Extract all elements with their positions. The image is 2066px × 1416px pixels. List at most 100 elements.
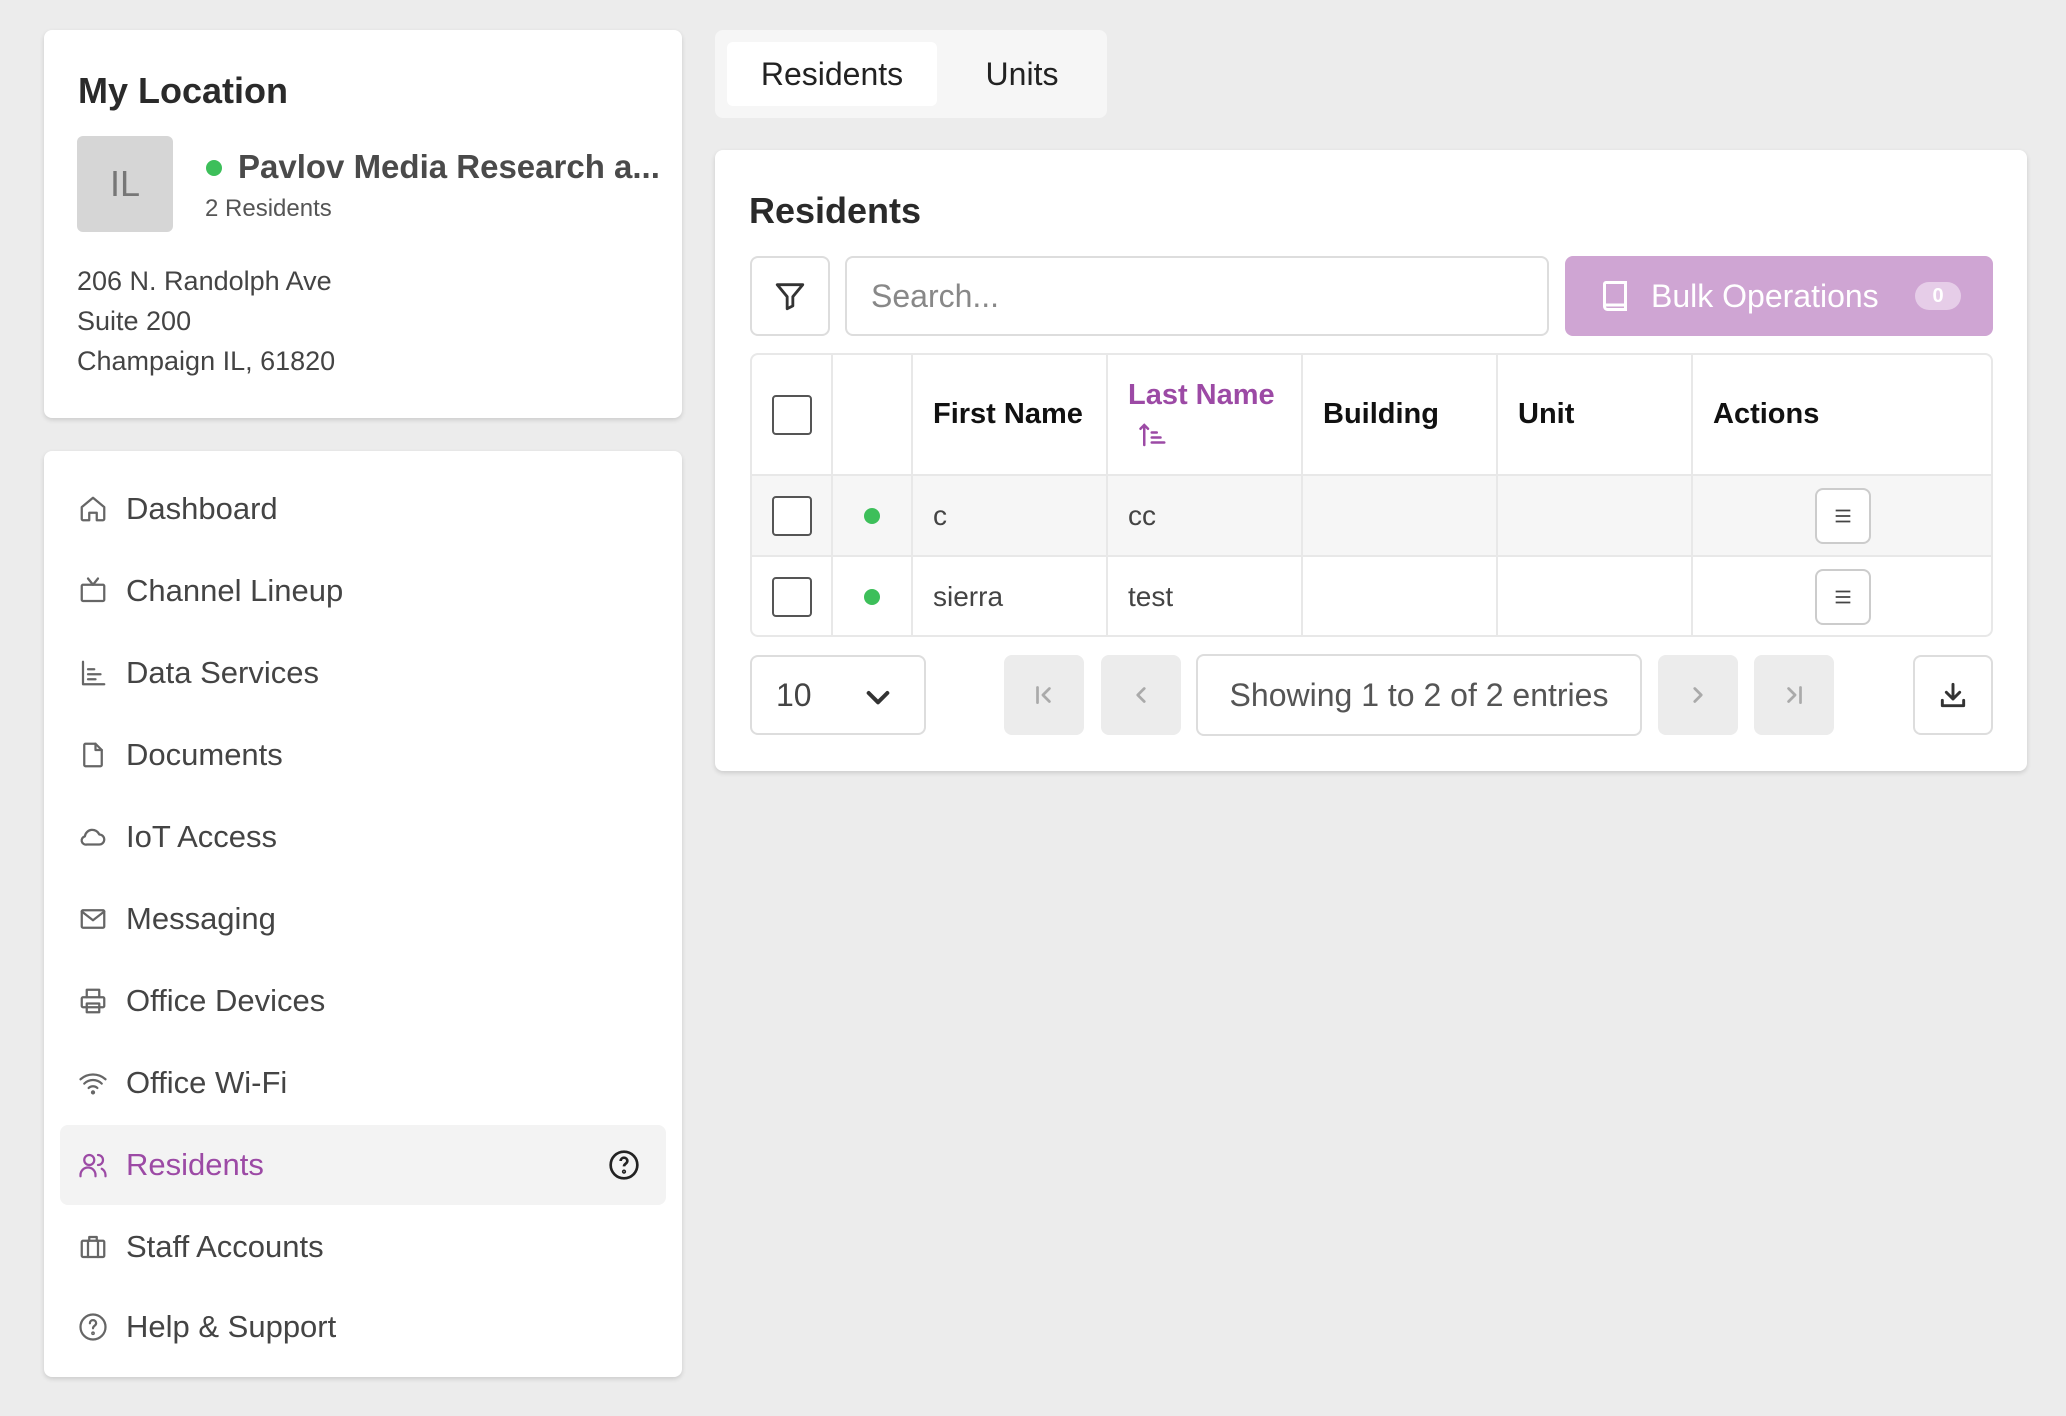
row-checkbox[interactable]	[772, 577, 812, 617]
home-icon	[78, 494, 108, 524]
location-avatar: IL	[77, 136, 173, 232]
sidebar-item-label: Dashboard	[126, 491, 278, 526]
tab-units[interactable]: Units	[947, 42, 1097, 106]
sidebar-item-label: Office Devices	[126, 983, 326, 1018]
status-dot	[864, 507, 880, 524]
table-row[interactable]: sierra test	[752, 557, 1991, 635]
row-select-cell	[752, 476, 833, 555]
first-name-cell: c	[913, 476, 1108, 555]
sidebar-nav: Dashboard Channel Lineup Data Services D…	[44, 451, 682, 1377]
row-status-cell	[833, 476, 913, 555]
row-actions-button[interactable]	[1815, 487, 1871, 544]
users-icon	[78, 1150, 108, 1180]
bar-chart-icon	[78, 658, 108, 688]
residents-title: Residents	[749, 190, 922, 231]
sidebar-item-iot-access[interactable]: IoT Access	[60, 797, 666, 877]
column-header-first-name[interactable]: First Name	[913, 355, 1108, 474]
location-resident-count: 2 Residents	[205, 195, 332, 222]
location-status-dot	[206, 160, 222, 176]
residents-table: First Name Last Name Building Unit Actio…	[750, 353, 1993, 637]
sidebar-item-office-wifi[interactable]: Office Wi-Fi	[60, 1043, 666, 1123]
sidebar-item-help-support[interactable]: Help & Support	[60, 1287, 666, 1367]
last-page-button[interactable]	[1754, 655, 1834, 735]
sort-ascending-icon	[1138, 420, 1301, 455]
chevron-right-icon	[1693, 687, 1703, 703]
select-all-cell	[752, 355, 833, 474]
chevron-down-icon	[862, 681, 894, 713]
cloud-icon	[78, 822, 108, 852]
sidebar-item-label: Documents	[126, 737, 283, 772]
last-name-cell: cc	[1108, 476, 1303, 555]
column-header-actions: Actions	[1713, 398, 1820, 430]
first-page-icon	[1036, 686, 1051, 704]
residents-card: Residents Bulk Operations 0 First Name L…	[715, 150, 2027, 771]
address-line-2: Suite 200	[77, 306, 192, 336]
menu-icon	[1835, 509, 1851, 522]
sidebar-item-label: Channel Lineup	[126, 573, 344, 608]
sidebar-item-office-devices[interactable]: Office Devices	[60, 961, 666, 1041]
sidebar-item-label: Office Wi-Fi	[126, 1065, 288, 1100]
sidebar-item-messaging[interactable]: Messaging	[60, 879, 666, 959]
last-page-icon	[1787, 686, 1802, 704]
row-checkbox[interactable]	[772, 495, 812, 536]
file-icon	[78, 740, 108, 770]
filter-icon	[775, 283, 805, 311]
status-dot	[864, 589, 880, 605]
table-row[interactable]: c cc	[752, 476, 1991, 557]
unit-cell	[1498, 557, 1693, 635]
select-all-checkbox[interactable]	[772, 394, 812, 435]
column-header-building[interactable]: Building	[1303, 355, 1498, 474]
first-page-button[interactable]	[1004, 655, 1084, 735]
tab-residents[interactable]: Residents	[727, 42, 937, 106]
previous-page-button[interactable]	[1101, 655, 1181, 735]
sidebar-item-label: Data Services	[126, 655, 319, 690]
chevron-left-icon	[1136, 687, 1146, 703]
tv-icon	[78, 576, 108, 606]
search-input[interactable]	[845, 256, 1549, 336]
row-select-cell	[752, 557, 833, 635]
sidebar-item-dashboard[interactable]: Dashboard	[60, 469, 666, 549]
mail-icon	[78, 904, 108, 934]
filter-button[interactable]	[750, 256, 830, 336]
sidebar-item-label: IoT Access	[126, 819, 278, 854]
bulk-operations-button[interactable]: Bulk Operations 0	[1565, 256, 1993, 336]
column-header-unit[interactable]: Unit	[1498, 355, 1693, 474]
wifi-icon	[78, 1068, 108, 1098]
building-cell	[1303, 476, 1498, 555]
row-status-cell	[833, 557, 913, 635]
bulk-count-badge: 0	[1915, 282, 1961, 310]
sidebar-item-label: Staff Accounts	[126, 1229, 324, 1264]
menu-icon	[1835, 590, 1851, 604]
tab-bar: Residents Units	[715, 30, 1107, 118]
sidebar-item-label: Residents	[126, 1147, 264, 1182]
next-page-button[interactable]	[1658, 655, 1738, 735]
actions-cell	[1693, 557, 1991, 635]
avatar-initials: IL	[109, 163, 141, 204]
sidebar-item-residents[interactable]: Residents	[60, 1125, 666, 1205]
actions-cell	[1693, 476, 1991, 555]
pagination-summary: Showing 1 to 2 of 2 entries	[1196, 654, 1642, 736]
first-name-cell: sierra	[913, 557, 1108, 635]
printer-icon	[78, 986, 108, 1016]
sidebar-item-staff-accounts[interactable]: Staff Accounts	[60, 1207, 666, 1287]
page-size-value: 10	[776, 676, 812, 713]
sidebar-item-data-services[interactable]: Data Services	[60, 633, 666, 713]
last-name-cell: test	[1108, 557, 1303, 635]
address-line-1: 206 N. Randolph Ave	[77, 266, 332, 296]
download-icon	[1940, 682, 1966, 708]
column-header-last-name[interactable]: Last Name	[1108, 355, 1303, 474]
sidebar-item-channel-lineup[interactable]: Channel Lineup	[60, 551, 666, 631]
bulk-operations-label: Bulk Operations	[1651, 277, 1879, 314]
address-line-3: Champaign IL, 61820	[77, 346, 336, 376]
help-circle-icon[interactable]	[608, 1149, 640, 1181]
book-icon	[1597, 278, 1633, 314]
help-circle-icon	[78, 1312, 108, 1342]
row-actions-button[interactable]	[1815, 569, 1871, 625]
building-cell	[1303, 557, 1498, 635]
sidebar-item-label: Messaging	[126, 901, 276, 936]
sidebar-item-documents[interactable]: Documents	[60, 715, 666, 795]
page-size-select[interactable]: 10	[750, 655, 926, 735]
download-button[interactable]	[1913, 655, 1993, 735]
table-header-row: First Name Last Name Building Unit Actio…	[752, 355, 1991, 476]
location-name: Pavlov Media Research a...	[238, 148, 660, 185]
